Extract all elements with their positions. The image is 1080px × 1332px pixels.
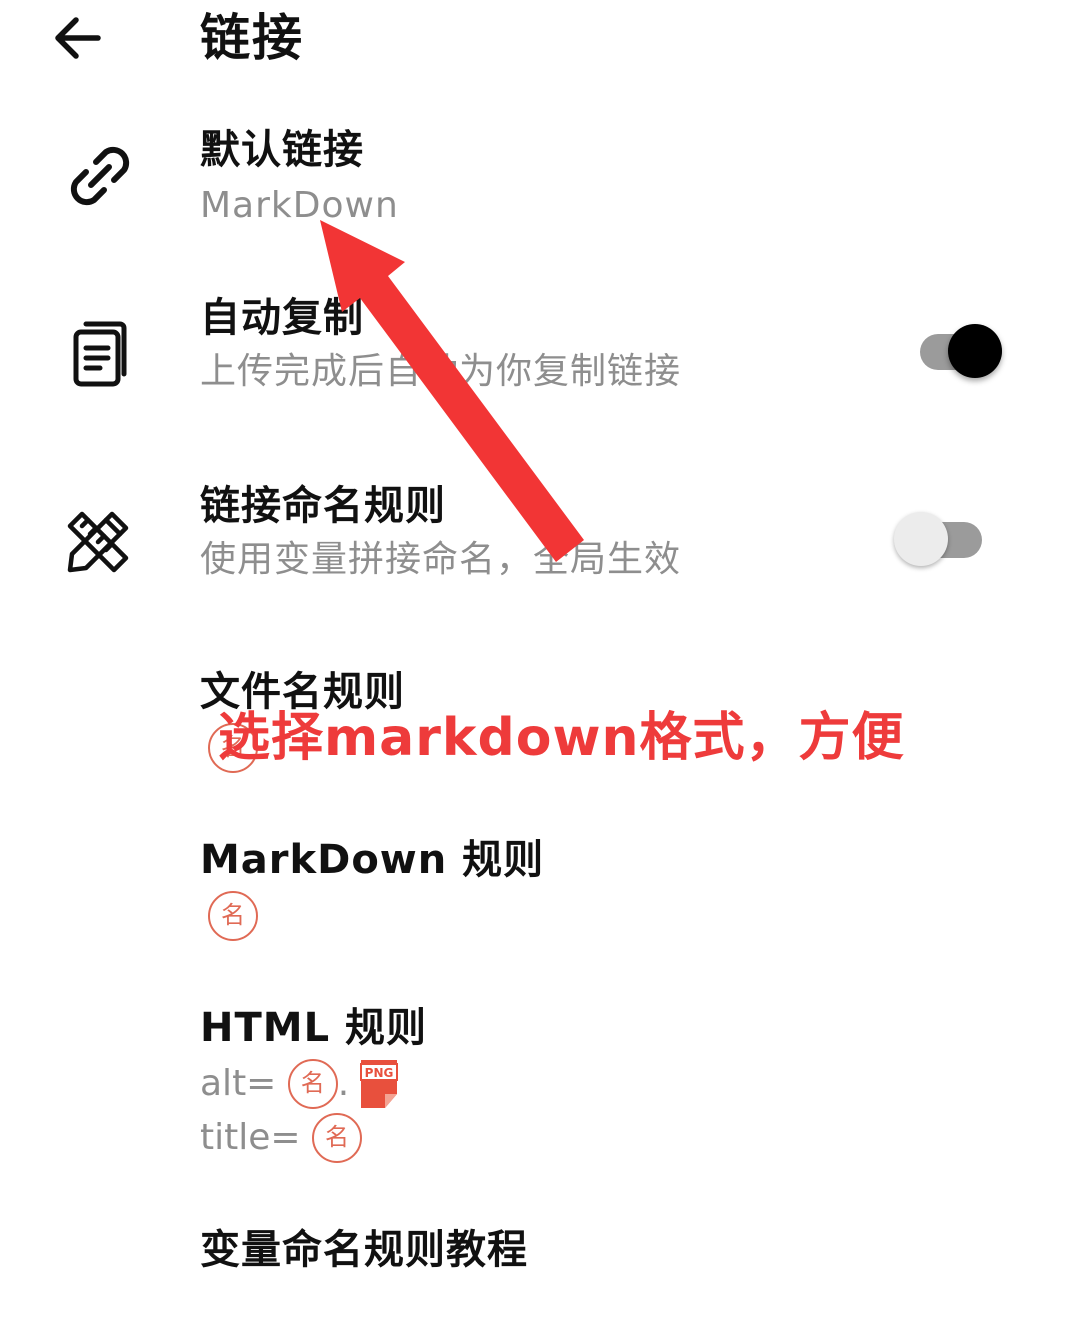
auto-copy-toggle[interactable]: [914, 312, 1006, 392]
title-label: title=: [200, 1117, 301, 1158]
variable-name-chip: 名: [208, 891, 258, 941]
html-rule-setting[interactable]: [0, 996, 1080, 1176]
arrow-left-icon: [55, 17, 101, 59]
back-button[interactable]: [48, 10, 108, 66]
toggle-knob: [894, 512, 948, 566]
alt-label: alt=: [200, 1063, 277, 1104]
png-file-icon: PNG: [357, 1058, 401, 1110]
auto-copy-title: 自动复制: [200, 295, 364, 341]
naming-rule-toggle[interactable]: [894, 500, 986, 580]
naming-tutorial-link[interactable]: [0, 1212, 1080, 1292]
auto-copy-subtitle: 上传完成后自动为你复制链接: [200, 351, 682, 392]
markdown-rule-value: 名: [208, 888, 258, 942]
html-rule-title-line: title= 名: [200, 1110, 362, 1165]
extension-dot: .: [337, 1063, 350, 1104]
variable-name-chip: 名: [287, 1059, 338, 1109]
default-link-value: MarkDown: [200, 185, 399, 226]
png-label: PNG: [365, 1066, 394, 1080]
html-rule-alt-line: alt= 名. PNG: [200, 1056, 401, 1111]
naming-tutorial-title: 变量命名规则教程: [200, 1227, 528, 1273]
html-rule-title: HTML 规则: [200, 1005, 427, 1051]
annotation-text: 选择markdown格式，方便: [218, 708, 905, 768]
default-link-setting[interactable]: [0, 116, 1080, 246]
variable-name-chip: 名: [312, 1113, 362, 1163]
default-link-title: 默认链接: [200, 127, 364, 173]
links-settings-screen: 链接 默认链接 MarkDown 自动复制 上传完成后自动为你复制链接 链接命名…: [0, 0, 1080, 1332]
toggle-knob: [948, 324, 1002, 378]
page-title: 链接: [200, 9, 304, 67]
naming-rule-title: 链接命名规则: [200, 483, 446, 529]
naming-rule-subtitle: 使用变量拼接命名，全局生效: [200, 539, 682, 580]
markdown-rule-title: MarkDown 规则: [200, 837, 545, 883]
